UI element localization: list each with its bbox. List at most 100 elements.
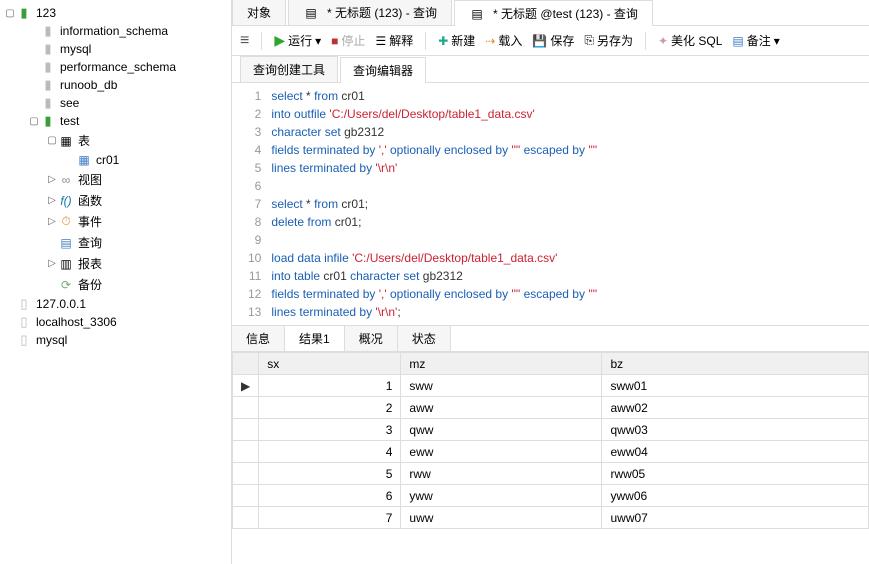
view-icon: ∞ — [58, 173, 74, 187]
tree-item[interactable]: ▮runoob_db — [0, 76, 231, 94]
tree-item[interactable]: ▮ information_schema — [0, 22, 231, 40]
cell[interactable]: qww — [401, 419, 602, 441]
cell[interactable]: uww — [401, 507, 602, 529]
line-gutter: 12345678910111213 — [232, 87, 271, 321]
grid-icon: ▦ — [76, 153, 92, 167]
result-tab-status[interactable]: 状态 — [398, 326, 451, 351]
tree-item[interactable]: ▮performance_schema — [0, 58, 231, 76]
report-icon: ▥ — [58, 257, 74, 271]
tree-arrow-icon: ▷ — [46, 174, 58, 185]
explain-icon: ☰ — [375, 34, 386, 48]
cell[interactable]: qww03 — [602, 419, 869, 441]
load-button[interactable]: ⇢载入 — [485, 32, 522, 49]
table-row[interactable]: ▶1swwsww01 — [233, 375, 869, 397]
tree-connection[interactable]: ▯mysql — [0, 331, 231, 349]
tree-label: information_schema — [60, 24, 168, 38]
cell[interactable]: rww — [401, 463, 602, 485]
subtab-editor[interactable]: 查询编辑器 — [340, 57, 426, 83]
cell[interactable]: 5 — [259, 463, 401, 485]
new-icon: ✚ — [438, 34, 448, 48]
tree-label: test — [60, 114, 79, 128]
tree-item[interactable]: ▢▮test — [0, 112, 231, 130]
sql-editor[interactable]: 12345678910111213 select * from cr01into… — [232, 83, 869, 325]
tab-objects[interactable]: 对象 — [232, 0, 286, 25]
tree-item[interactable]: ▦cr01 — [0, 151, 231, 169]
table-row[interactable]: 2awwaww02 — [233, 397, 869, 419]
table-icon: ▦ — [58, 134, 74, 148]
col-header[interactable]: sx — [259, 353, 401, 375]
database-icon: ▮ — [40, 42, 56, 56]
tree-item[interactable]: ▮ mysql — [0, 40, 231, 58]
cell[interactable]: eww — [401, 441, 602, 463]
cell[interactable]: uww07 — [602, 507, 869, 529]
stop-button[interactable]: ■停止 — [331, 32, 365, 49]
table-row[interactable]: 6ywwyww06 — [233, 485, 869, 507]
tree-label: mysql — [60, 42, 91, 56]
subtab-builder[interactable]: 查询创建工具 — [240, 56, 338, 82]
database-icon: ▮ — [16, 6, 32, 20]
tree-item[interactable]: ▷▥ 报表 — [0, 253, 231, 274]
explain-button[interactable]: ☰解释 — [375, 32, 413, 49]
table-row[interactable]: 5rwwrww05 — [233, 463, 869, 485]
result-tab-result1[interactable]: 结果1 — [285, 326, 345, 351]
cell[interactable]: 7 — [259, 507, 401, 529]
save-icon: 💾 — [532, 34, 547, 48]
tree-item[interactable]: ▷∞ 视图 — [0, 169, 231, 190]
cell[interactable]: 4 — [259, 441, 401, 463]
cell[interactable]: yww — [401, 485, 602, 507]
tree-arrow-icon: ▷ — [46, 258, 58, 269]
tree-label: 备份 — [78, 276, 102, 293]
menu-icon[interactable]: ≡ — [240, 32, 249, 50]
cell[interactable]: yww06 — [602, 485, 869, 507]
tree-item[interactable]: ⟳备份 — [0, 274, 231, 295]
tab-query-2[interactable]: ▤* 无标题 @test (123) - 查询 — [454, 0, 653, 26]
tree-item[interactable]: ▢▦表 — [0, 130, 231, 151]
tab-query-1[interactable]: ▤* 无标题 (123) - 查询 — [288, 0, 452, 25]
cell[interactable]: aww02 — [602, 397, 869, 419]
cell[interactable]: rww05 — [602, 463, 869, 485]
tree-connection[interactable]: ▯localhost_3306 — [0, 313, 231, 331]
tree-item[interactable]: ▷f()函数 — [0, 190, 231, 211]
tree-root[interactable]: ▢ ▮ 123 — [0, 4, 231, 22]
cell[interactable]: 2 — [259, 397, 401, 419]
saveas-button[interactable]: ⎘另存为 — [584, 32, 633, 49]
new-button[interactable]: ✚新建 — [438, 32, 475, 49]
connection-icon: ▯ — [16, 297, 32, 311]
result-tabs: 信息 结果1 概况 状态 — [232, 325, 869, 352]
table-row[interactable]: 4ewweww04 — [233, 441, 869, 463]
run-button[interactable]: ▶运行▾ — [274, 32, 321, 49]
beautify-button[interactable]: ✦美化 SQL — [658, 32, 722, 49]
save-button[interactable]: 💾保存 — [532, 32, 574, 49]
result-grid[interactable]: sxmzbz ▶1swwsww012awwaww023qwwqww034ewwe… — [232, 352, 869, 529]
result-tab-profile[interactable]: 概况 — [345, 326, 398, 351]
tree-label: 视图 — [78, 171, 102, 188]
connection-icon: ▯ — [16, 333, 32, 347]
play-icon: ▶ — [274, 32, 285, 49]
tree-item[interactable]: ▮see — [0, 94, 231, 112]
row-pointer: ▶ — [233, 375, 259, 397]
tree-item[interactable]: ▤查询 — [0, 232, 231, 253]
tree-label: 表 — [78, 132, 90, 149]
database-icon: ▮ — [40, 24, 56, 38]
table-row[interactable]: 7uwwuww07 — [233, 507, 869, 529]
tree-label: 报表 — [78, 255, 102, 272]
saveas-icon: ⎘ — [584, 33, 594, 48]
tree-item[interactable]: ▷⏱事件 — [0, 211, 231, 232]
col-header[interactable]: mz — [401, 353, 602, 375]
tree-connection[interactable]: ▯127.0.0.1 — [0, 295, 231, 313]
cell[interactable]: sww01 — [602, 375, 869, 397]
note-icon: ▤ — [732, 34, 743, 48]
note-button[interactable]: ▤备注▾ — [732, 32, 779, 49]
cell[interactable]: sww — [401, 375, 602, 397]
row-pointer-col — [233, 353, 259, 375]
cell[interactable]: 1 — [259, 375, 401, 397]
table-row[interactable]: 3qwwqww03 — [233, 419, 869, 441]
cell[interactable]: aww — [401, 397, 602, 419]
cell[interactable]: 6 — [259, 485, 401, 507]
cell[interactable]: eww04 — [602, 441, 869, 463]
cell[interactable]: 3 — [259, 419, 401, 441]
result-tab-info[interactable]: 信息 — [232, 326, 285, 351]
database-icon: ▮ — [40, 114, 56, 128]
code-area[interactable]: select * from cr01into outfile 'C:/Users… — [271, 87, 869, 321]
col-header[interactable]: bz — [602, 353, 869, 375]
